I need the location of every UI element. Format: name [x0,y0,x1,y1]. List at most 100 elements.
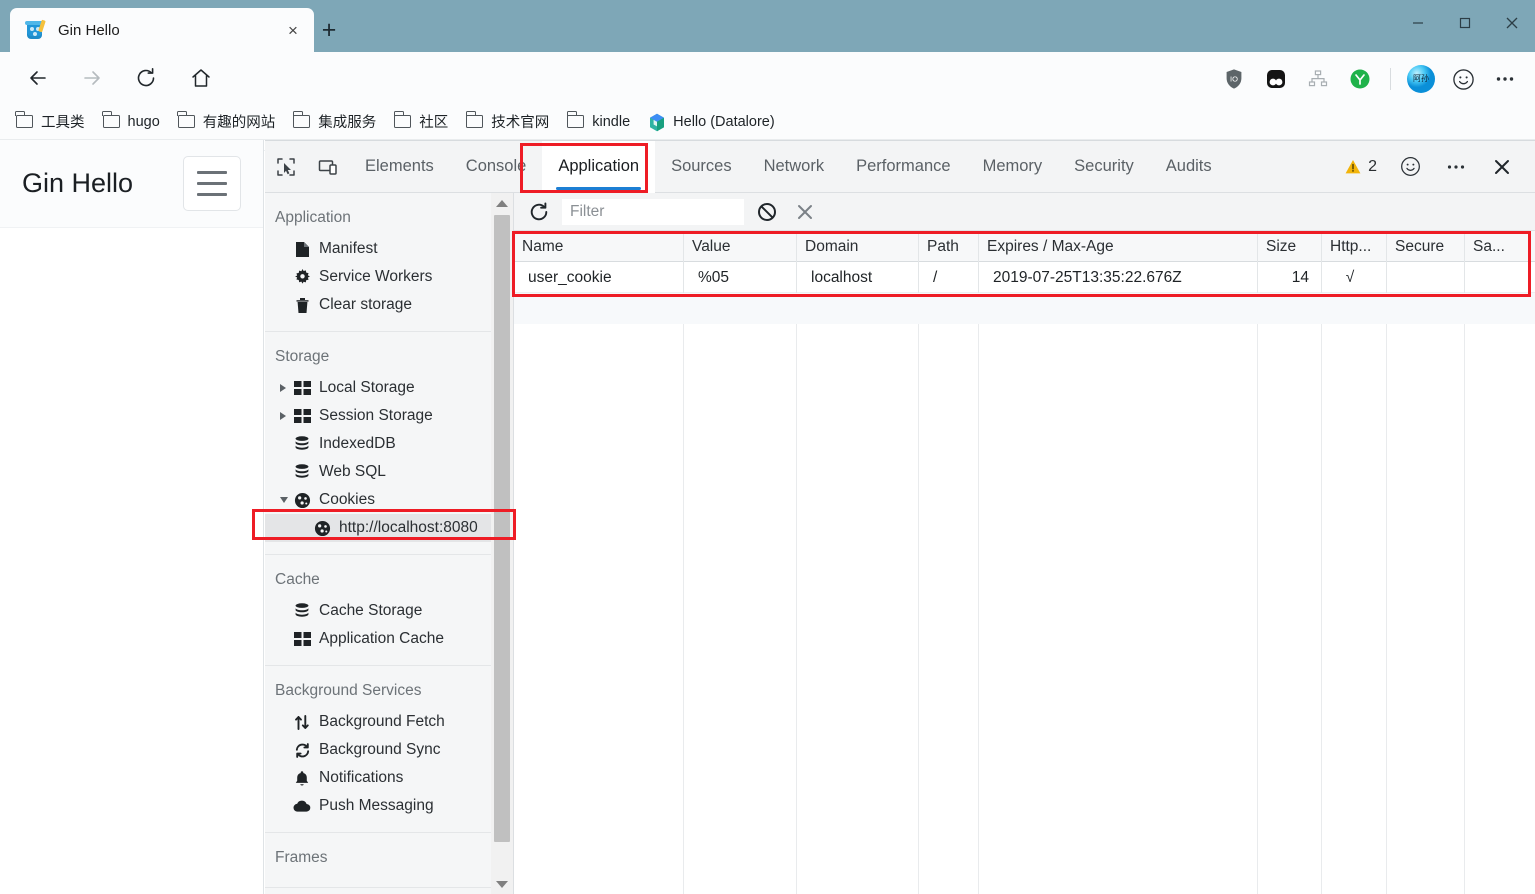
bookmark-label: Hello (Datalore) [673,114,775,130]
table-column-header[interactable]: Name [514,231,684,262]
svg-text:阿孙: 阿孙 [1413,73,1429,83]
sidebar-group: Frames [265,833,513,888]
sidebar-item-manifest[interactable]: Manifest [265,235,513,263]
minimize-icon[interactable] [1394,0,1441,46]
devtools-tab-performance[interactable]: Performance [840,141,966,193]
table-row[interactable]: user_cookie%05localhost/2019-07-25T13:35… [514,262,1535,293]
grid-column-line [1258,293,1322,894]
bookmark-item[interactable]: hugo [101,108,170,136]
sidebar-item-background-sync[interactable]: Background Sync [265,736,513,764]
devtools-tab-sources[interactable]: Sources [655,141,748,193]
devtools-more-options-icon[interactable] [1435,141,1477,193]
sidebar-item-application-cache[interactable]: Application Cache [265,625,513,653]
table-column-header[interactable]: Sa... [1465,231,1535,262]
scroll-down-icon[interactable] [491,874,513,894]
table-cell[interactable]: / [919,262,979,293]
table-cell[interactable]: 2019-07-25T13:35:22.676Z [979,262,1258,293]
bookmark-item[interactable]: 有趣的网站 [176,108,286,136]
sidebar-item-push-messaging[interactable]: Push Messaging [265,792,513,820]
sidebar-item-cookies[interactable]: Cookies [265,486,513,514]
sidebar-group: Background ServicesBackground FetchBackg… [265,666,513,833]
warning-count: 2 [1368,158,1377,176]
scrollbar-thumb[interactable] [494,215,510,842]
chevron-down-icon[interactable] [280,497,288,503]
table-column-header[interactable]: Path [919,231,979,262]
bookmark-item[interactable]: 集成服务 [291,108,386,136]
devtools-tab-application[interactable]: Application [542,141,655,193]
shield-extension-icon[interactable]: IO [1214,62,1254,96]
back-button[interactable] [22,62,54,94]
dark-reader-extension-icon[interactable] [1256,62,1296,96]
table-cell[interactable]: √ [1322,262,1387,293]
more-options-icon[interactable] [1485,62,1525,96]
sidebar-item-local-storage[interactable]: Local Storage [265,374,513,402]
smiley-icon[interactable] [1443,62,1483,96]
bookmark-item[interactable]: 社区 [392,108,458,136]
home-button[interactable] [185,62,217,94]
sitemap-extension-icon[interactable] [1298,62,1338,96]
sidebar-scrollbar[interactable] [491,193,513,894]
table-column-header[interactable]: Value [684,231,797,262]
filter-input[interactable] [562,200,740,224]
warning-count-badge[interactable]: 2 [1336,158,1385,176]
table-cell[interactable]: user_cookie [514,262,684,293]
chevron-right-icon[interactable] [280,412,286,420]
warning-triangle-icon [1344,158,1362,176]
table-column-header[interactable]: Http... [1322,231,1387,262]
sidebar-item-indexeddb[interactable]: IndexedDB [265,430,513,458]
table-cell[interactable]: localhost [797,262,919,293]
sidebar-item-session-storage[interactable]: Session Storage [265,402,513,430]
devtools-tab-console[interactable]: Console [450,141,543,193]
bubble-tea-cup-icon [24,19,46,41]
sidebar-item-web-sql[interactable]: Web SQL [265,458,513,486]
bookmark-item[interactable]: 工具类 [14,108,95,136]
browser-window: Gin Hello × + [0,0,1535,894]
table-cell[interactable] [1387,262,1465,293]
sidebar-item-background-fetch[interactable]: Background Fetch [265,708,513,736]
profile-avatar-icon[interactable]: 阿孙 [1401,62,1441,96]
chevron-right-icon[interactable] [280,384,286,392]
refresh-icon[interactable] [524,197,554,227]
sidebar-group: CacheCache StorageApplication Cache [265,555,513,666]
cloud-icon [291,799,313,813]
devtools-tab-network[interactable]: Network [748,141,841,193]
hamburger-menu-icon[interactable] [183,156,241,211]
bookmark-item[interactable]: Hello (Datalore) [646,108,785,136]
sidebar-group-title: Background Services [265,676,513,708]
device-toolbar-icon[interactable] [307,141,349,193]
devtools-close-icon[interactable] [1481,141,1523,193]
table-column-header[interactable]: Secure [1387,231,1465,262]
devtools-tab-security[interactable]: Security [1058,141,1150,193]
sidebar-item-notifications[interactable]: Notifications [265,764,513,792]
delete-selected-icon[interactable] [790,197,820,227]
sidebar-item-http-localhost-8080[interactable]: http://localhost:8080 [265,514,513,542]
table-cell[interactable]: 14 [1258,262,1322,293]
filter-field[interactable] [562,199,744,225]
scroll-up-icon[interactable] [491,193,513,213]
maximize-icon[interactable] [1441,0,1488,46]
forward-button[interactable] [76,62,108,94]
new-tab-button[interactable]: + [312,14,346,46]
bookmark-item[interactable]: kindle [565,108,640,136]
devtools-tab-elements[interactable]: Elements [349,141,450,193]
sidebar-item-clear-storage[interactable]: Clear storage [265,291,513,319]
table-cell[interactable]: %05 [684,262,797,293]
reload-button[interactable] [130,62,162,94]
grid-column-line [979,293,1258,894]
sidebar-item-cache-storage[interactable]: Cache Storage [265,597,513,625]
devtools-tab-memory[interactable]: Memory [967,141,1059,193]
devtools-tab-audits[interactable]: Audits [1150,141,1228,193]
close-window-icon[interactable] [1488,0,1535,46]
browser-tab[interactable]: Gin Hello × [10,8,314,52]
inspect-element-icon[interactable] [265,141,307,193]
table-column-header[interactable]: Domain [797,231,919,262]
devtools-smiley-icon[interactable] [1389,141,1431,193]
table-cell[interactable] [1465,262,1535,293]
table-column-header[interactable]: Expires / Max-Age [979,231,1258,262]
sidebar-item-service-workers[interactable]: Service Workers [265,263,513,291]
block-clear-all-icon[interactable] [752,197,782,227]
close-icon[interactable]: × [280,17,306,43]
table-column-header[interactable]: Size [1258,231,1322,262]
youdao-extension-icon[interactable] [1340,62,1380,96]
bookmark-item[interactable]: 技术官网 [464,108,559,136]
